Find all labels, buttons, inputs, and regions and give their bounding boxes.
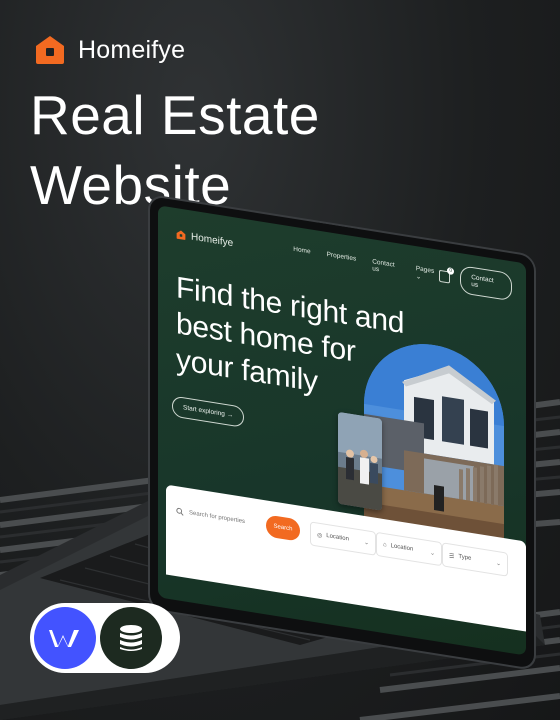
contact-us-button[interactable]: Contact us <box>460 265 512 302</box>
cms-database-icon <box>100 607 162 669</box>
site-menu: Home Properties Contact us Pages ⌄ <box>293 245 438 283</box>
promo-banner: Homeifye Real Estate Website Homeifye Ho… <box>0 0 560 720</box>
cart-count-badge: 0 <box>447 267 455 276</box>
list-icon: ☰ <box>449 552 455 560</box>
location-filter-2[interactable]: ⌂ Location ⌄ <box>376 531 442 567</box>
webflow-icon <box>34 607 96 669</box>
home-icon: ⌂ <box>383 541 387 549</box>
type-filter-label: Type <box>458 553 472 562</box>
nav-contact-us[interactable]: Contact us <box>372 258 400 277</box>
agents-photo-card <box>338 411 382 511</box>
tech-badges <box>30 603 180 673</box>
type-filter[interactable]: ☰ Type ⌄ <box>442 542 508 577</box>
location-filter-2-label: Location <box>390 543 414 553</box>
search-placeholder: Search for properties <box>189 510 246 526</box>
location-filter[interactable]: ◎ Location ⌄ <box>310 521 376 556</box>
chevron-down-icon: ⌄ <box>495 560 501 568</box>
cart-icon[interactable]: 0 <box>438 267 455 284</box>
location-filter-label: Location <box>326 532 349 543</box>
site-logo[interactable]: Homeifye <box>176 229 233 249</box>
start-exploring-button[interactable]: Start exploring → <box>172 395 245 428</box>
nav-properties[interactable]: Properties <box>327 250 357 270</box>
laptop-screen-bezel: Homeifye Home Properties Contact us Page… <box>150 196 534 669</box>
chevron-down-icon: ⌄ <box>363 539 369 547</box>
chevron-down-icon: ⌄ <box>429 549 435 557</box>
site-logo-text: Homeifye <box>191 230 234 249</box>
website-preview: Homeifye Home Properties Contact us Page… <box>158 205 526 656</box>
search-input[interactable]: Search for properties <box>176 500 266 536</box>
nav-home[interactable]: Home <box>293 245 310 263</box>
house-logo-icon <box>176 230 186 240</box>
nav-pages[interactable]: Pages ⌄ <box>416 265 439 284</box>
location-pin-icon: ◎ <box>317 531 323 539</box>
search-icon <box>176 507 184 516</box>
search-button[interactable]: Search <box>266 514 300 542</box>
